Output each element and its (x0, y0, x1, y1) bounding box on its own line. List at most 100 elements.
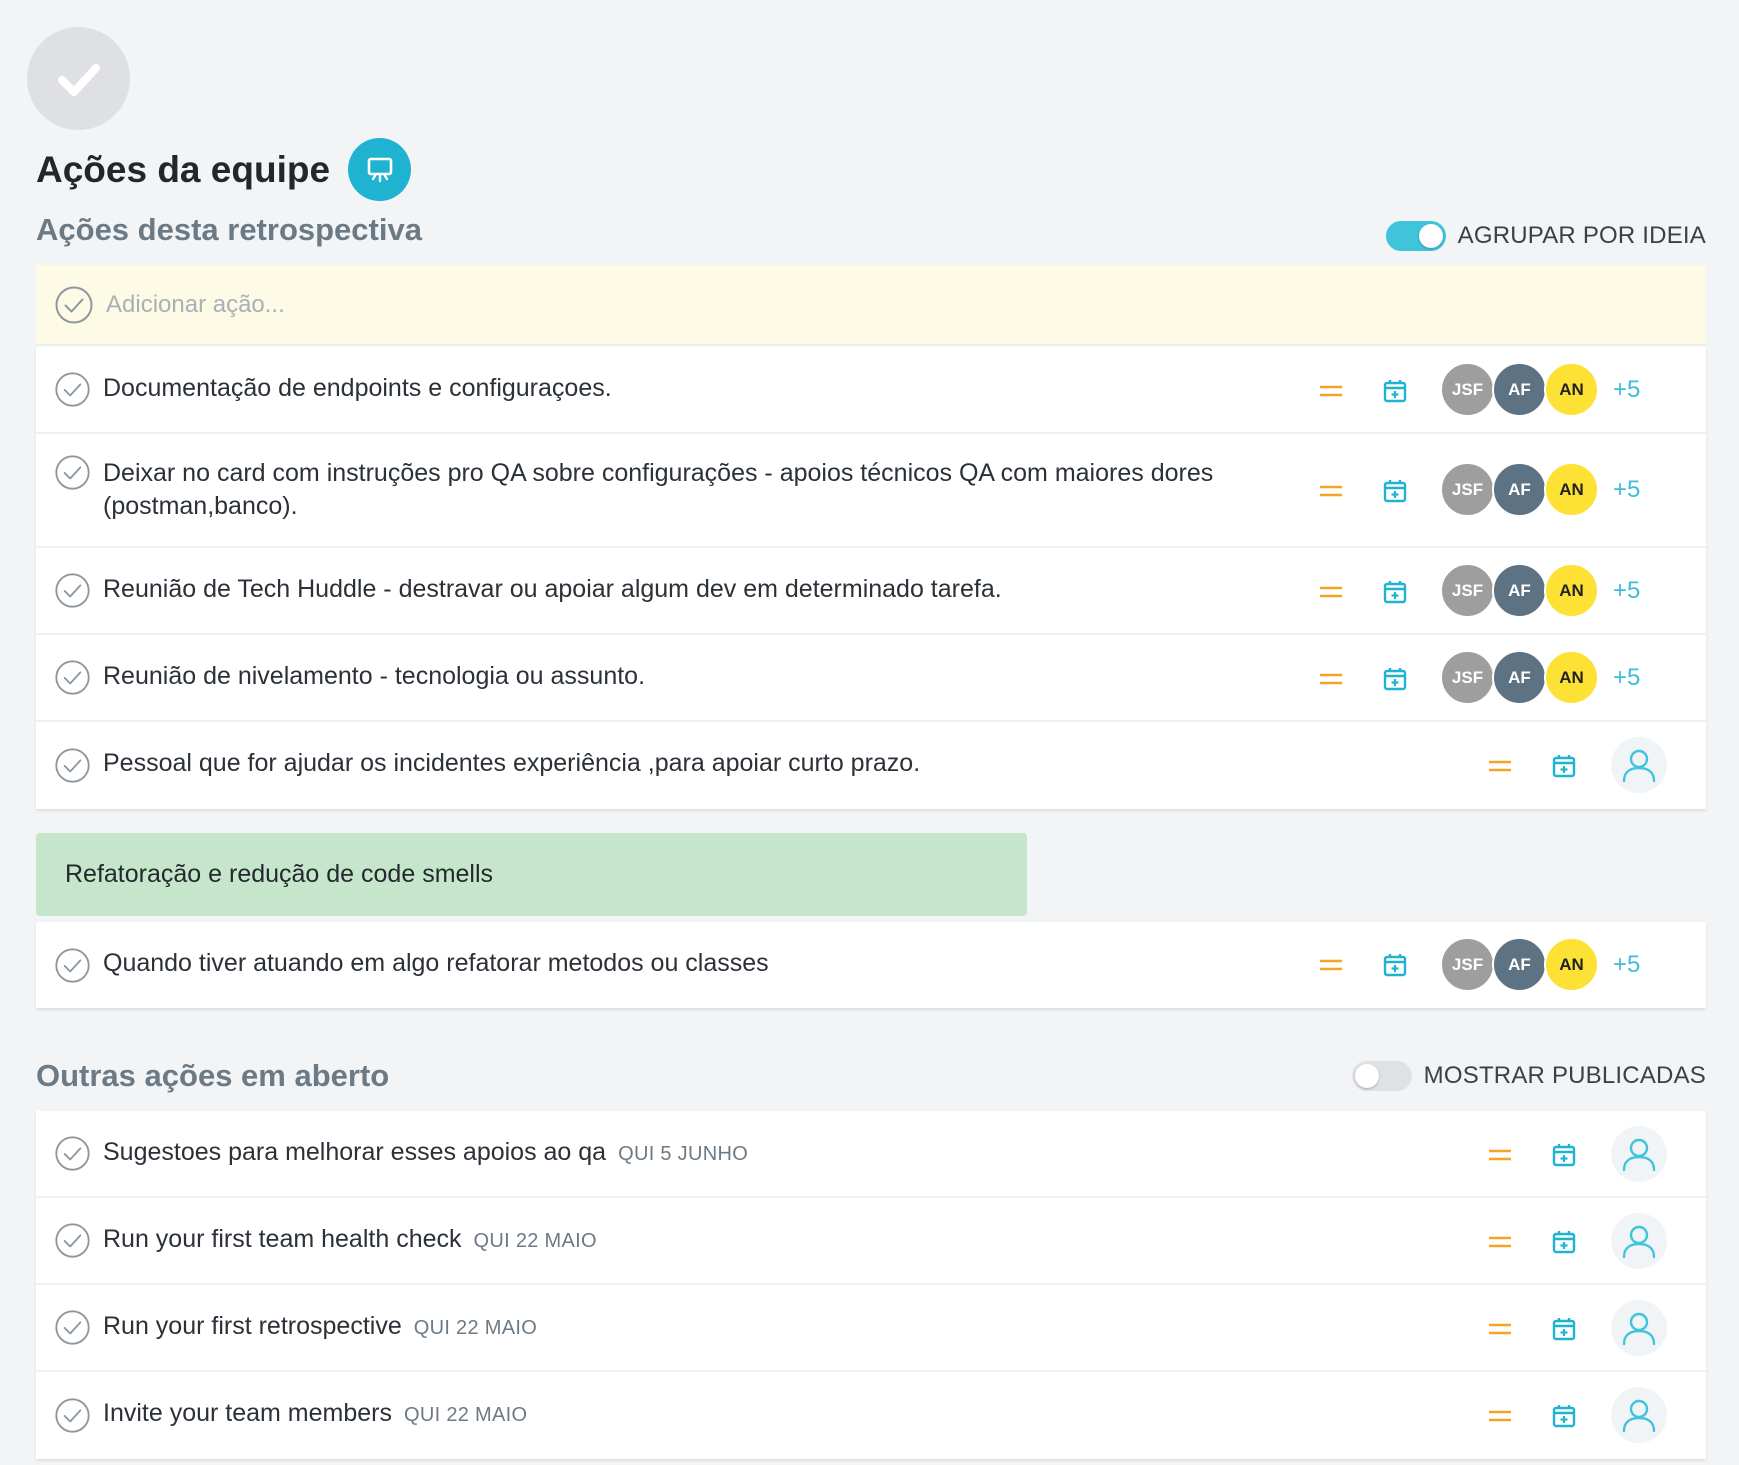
priority-equal-icon[interactable] (1488, 1319, 1512, 1339)
action-row[interactable]: Pessoal que for ajudar os incidentes exp… (36, 722, 1706, 809)
priority-equal-icon[interactable] (1488, 1406, 1512, 1426)
assignee-avatars[interactable]: JSF AF AN +5 (1440, 937, 1640, 992)
idea-group-card[interactable]: Refatoração e redução de code smells (36, 833, 1027, 916)
more-assignees-count[interactable]: +5 (1613, 951, 1640, 979)
toggle-switch[interactable] (1351, 1061, 1412, 1091)
toggle-label: AGRUPAR POR IDEIA (1457, 222, 1706, 249)
retro-actions-header: Ações desta retrospectiva AGRUPAR POR ID… (36, 209, 1706, 251)
check-circle-icon[interactable] (54, 1397, 91, 1434)
action-text[interactable]: Sugestoes para melhorar esses apoios ao … (103, 1138, 606, 1166)
avatar[interactable]: JSF (1440, 650, 1495, 705)
toggle-switch[interactable] (1385, 221, 1446, 251)
priority-equal-icon[interactable] (1319, 669, 1343, 689)
assign-user-button[interactable] (1611, 1213, 1667, 1269)
due-date-badge[interactable]: QUI 5 JUNHO (618, 1143, 748, 1165)
user-icon (1622, 1399, 1656, 1433)
action-text[interactable]: Reunião de Tech Huddle - destravar ou ap… (103, 573, 1002, 606)
assignee-avatars[interactable]: JSF AF AN +5 (1440, 462, 1640, 517)
avatar[interactable]: AF (1492, 462, 1547, 517)
action-text[interactable]: Reunião de nivelamento - tecnologia ou a… (103, 660, 645, 693)
avatar[interactable]: AN (1544, 937, 1599, 992)
priority-equal-icon[interactable] (1488, 1232, 1512, 1252)
presentation-board-button[interactable] (348, 138, 412, 201)
calendar-add-icon[interactable] (1382, 478, 1408, 504)
check-circle-icon[interactable] (54, 572, 91, 609)
due-date-badge[interactable]: QUI 22 MAIO (474, 1230, 597, 1252)
retro-actions-list: Documentação de endpoints e configuraçoe… (36, 347, 1706, 809)
action-row[interactable]: Run your first team health check QUI 22 M… (36, 1198, 1706, 1285)
action-row[interactable]: Documentação de endpoints e configuraçoe… (36, 347, 1706, 434)
assign-user-button[interactable] (1611, 1387, 1667, 1443)
open-actions-header: Outras ações em aberto MOSTRAR PUBLICADA… (36, 1058, 1706, 1094)
check-circle-icon[interactable] (54, 1135, 91, 1172)
completed-check-badge (27, 27, 130, 130)
due-date-badge[interactable]: QUI 22 MAIO (414, 1317, 537, 1339)
check-circle-icon[interactable] (54, 1222, 91, 1259)
more-assignees-count[interactable]: +5 (1613, 376, 1640, 404)
action-row[interactable]: Reunião de Tech Huddle - destravar ou ap… (36, 548, 1706, 635)
more-assignees-count[interactable]: +5 (1613, 577, 1640, 605)
priority-equal-icon[interactable] (1488, 756, 1512, 776)
avatar[interactable]: JSF (1440, 462, 1495, 517)
avatar[interactable]: AF (1492, 937, 1547, 992)
priority-equal-icon[interactable] (1319, 955, 1343, 975)
add-action-row[interactable] (36, 265, 1706, 345)
calendar-add-icon[interactable] (1551, 1316, 1577, 1342)
avatar[interactable]: AF (1492, 563, 1547, 618)
action-row[interactable]: Quando tiver atuando em algo refatorar m… (36, 922, 1706, 1008)
action-row[interactable]: Run your first retrospective QUI 22 MAIO (36, 1285, 1706, 1372)
calendar-add-icon[interactable] (1551, 1403, 1577, 1429)
check-circle-icon[interactable] (54, 1309, 91, 1346)
avatar[interactable]: JSF (1440, 937, 1495, 992)
check-circle-icon[interactable] (54, 947, 91, 984)
check-circle-icon[interactable] (54, 747, 91, 784)
calendar-add-icon[interactable] (1382, 378, 1408, 404)
avatar[interactable]: AN (1544, 362, 1599, 417)
add-action-input[interactable] (106, 290, 1006, 319)
action-text[interactable]: Pessoal que for ajudar os incidentes exp… (103, 747, 920, 780)
priority-equal-icon[interactable] (1319, 582, 1343, 602)
priority-equal-icon[interactable] (1488, 1145, 1512, 1165)
action-row[interactable]: Reunião de nivelamento - tecnologia ou a… (36, 635, 1706, 722)
action-row[interactable]: Sugestoes para melhorar esses apoios ao … (36, 1111, 1706, 1198)
action-text[interactable]: Quando tiver atuando em algo refatorar m… (103, 947, 769, 980)
avatar[interactable]: AN (1544, 462, 1599, 517)
avatar[interactable]: JSF (1440, 362, 1495, 417)
action-text[interactable]: Documentação de endpoints e configuraçoe… (103, 372, 612, 405)
user-icon (1622, 749, 1656, 783)
assignee-avatars[interactable]: JSF AF AN +5 (1440, 362, 1640, 417)
assign-user-button[interactable] (1611, 1300, 1667, 1356)
due-date-badge[interactable]: QUI 22 MAIO (404, 1404, 527, 1426)
check-circle-icon[interactable] (54, 454, 91, 491)
action-row[interactable]: Deixar no card com instruções pro QA sob… (36, 434, 1706, 548)
check-circle-icon[interactable] (54, 659, 91, 696)
priority-equal-icon[interactable] (1319, 481, 1343, 501)
presentation-board-icon (367, 157, 392, 182)
assignee-avatars[interactable]: JSF AF AN +5 (1440, 563, 1640, 618)
more-assignees-count[interactable]: +5 (1613, 664, 1640, 692)
avatar[interactable]: AN (1544, 563, 1599, 618)
action-text[interactable]: Deixar no card com instruções pro QA sob… (103, 457, 1243, 523)
calendar-add-icon[interactable] (1551, 753, 1577, 779)
calendar-add-icon[interactable] (1382, 952, 1408, 978)
avatar[interactable]: AF (1492, 650, 1547, 705)
check-circle-icon[interactable] (54, 371, 91, 408)
calendar-add-icon[interactable] (1382, 666, 1408, 692)
priority-equal-icon[interactable] (1319, 381, 1343, 401)
avatar[interactable]: AF (1492, 362, 1547, 417)
assign-user-button[interactable] (1611, 1126, 1667, 1182)
calendar-add-icon[interactable] (1551, 1142, 1577, 1168)
action-text[interactable]: Run your first retrospective (103, 1312, 402, 1340)
avatar[interactable]: JSF (1440, 563, 1495, 618)
calendar-add-icon[interactable] (1551, 1229, 1577, 1255)
avatar[interactable]: AN (1544, 650, 1599, 705)
more-assignees-count[interactable]: +5 (1613, 476, 1640, 504)
calendar-add-icon[interactable] (1382, 579, 1408, 605)
assign-user-button[interactable] (1611, 737, 1667, 793)
assignee-avatars[interactable]: JSF AF AN +5 (1440, 650, 1640, 705)
show-published-toggle[interactable]: MOSTRAR PUBLICADAS (1351, 1061, 1706, 1091)
action-row[interactable]: Invite your team members QUI 22 MAIO (36, 1372, 1706, 1459)
action-text[interactable]: Invite your team members (103, 1399, 392, 1427)
group-by-idea-toggle[interactable]: AGRUPAR POR IDEIA (1385, 221, 1706, 251)
action-text[interactable]: Run your first team health check (103, 1225, 462, 1253)
